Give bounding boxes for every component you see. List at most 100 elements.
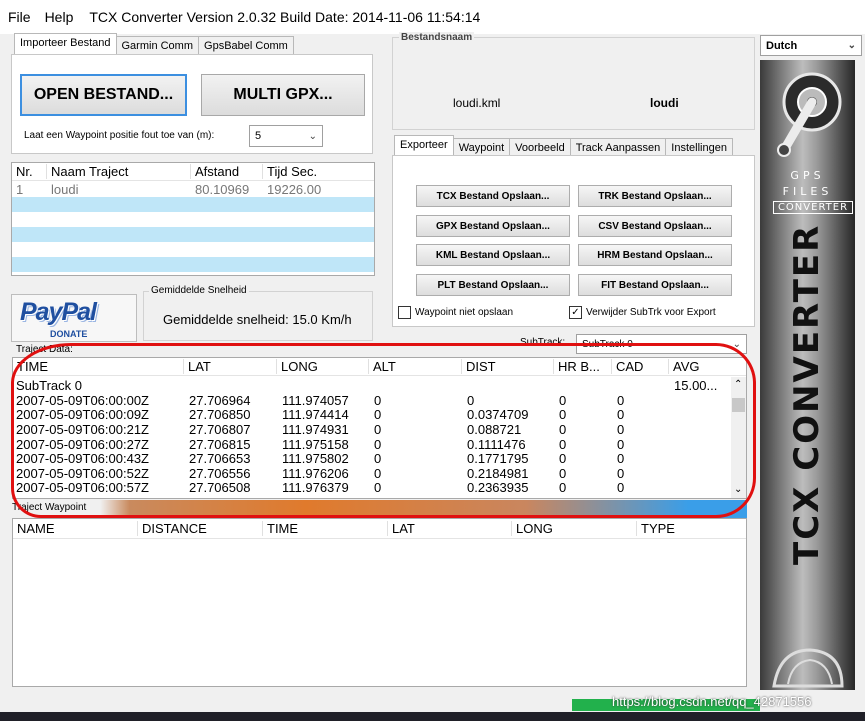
col-time[interactable]: TIME	[13, 359, 184, 374]
table-cell: 111.974931	[282, 422, 349, 437]
traject-waypoint-table[interactable]: NAME DISTANCE TIME LAT LONG TYPE	[12, 518, 747, 687]
fit-save-button[interactable]: FIT Bestand Opslaan...	[578, 274, 732, 296]
col-lat[interactable]: LAT	[184, 359, 277, 374]
col-name[interactable]: NAME	[13, 521, 138, 536]
col-type[interactable]: TYPE	[637, 521, 737, 536]
plt-save-button[interactable]: PLT Bestand Opslaan...	[416, 274, 570, 296]
subtrack-select[interactable]: SubTrack 0 ⌄	[576, 334, 747, 354]
table-cell: 111.974414	[282, 407, 349, 423]
col-afstand[interactable]: Afstand	[191, 164, 263, 179]
tab-gpsbabel-comm[interactable]: GpsBabel Comm	[198, 36, 294, 55]
table-cell: 0	[617, 407, 625, 423]
tcx-save-button[interactable]: TCX Bestand Opslaan...	[416, 185, 570, 207]
tcx-converter-logo: GPS FILES CONVERTER TCX CONVERTER	[760, 60, 855, 690]
table-cell: 0	[374, 393, 382, 408]
col-wp-long[interactable]: LONG	[512, 521, 637, 536]
checkbox-unchecked[interactable]	[398, 306, 411, 319]
col-naam-traject[interactable]: Naam Traject	[47, 164, 191, 179]
table-row[interactable]: 2007-05-09T06:00:52Z 27.706556 111.976206 0…	[13, 466, 731, 481]
table-row[interactable]: 2007-05-09T06:00:00Z 27.706964 111.974057 0…	[13, 393, 731, 408]
traject-data-header: TIME LAT LONG ALT DIST HR B... CAD AVG	[13, 358, 746, 376]
table-cell: 0	[559, 407, 567, 423]
col-avg[interactable]: AVG	[669, 359, 729, 374]
table-cell: 0.1771795	[467, 451, 529, 466]
table-cell: 0.088721	[467, 422, 522, 437]
export-panel: TCX Bestand Opslaan... TRK Bestand Opsla…	[392, 155, 755, 327]
col-hr[interactable]: HR B...	[554, 359, 612, 374]
kml-save-button[interactable]: KML Bestand Opslaan...	[416, 244, 570, 266]
multi-gpx-button[interactable]: MULTI GPX...	[201, 74, 365, 116]
table-row[interactable]: 1 loudi 80.10969 19226.00	[12, 182, 374, 197]
scrollbar-thumb[interactable]	[732, 398, 745, 412]
average-speed-value: Gemiddelde snelheid: 15.0 Km/h	[163, 312, 352, 327]
table-row[interactable]: 2007-05-09T06:00:27Z 27.706815 111.975158 0…	[13, 437, 731, 452]
tab-exporteer[interactable]: Exporteer	[394, 135, 454, 157]
tab-garmin-comm[interactable]: Garmin Comm	[115, 36, 200, 55]
waypoint-niet-checkbox[interactable]: Waypoint niet opslaan	[398, 306, 513, 319]
logo-vertical-text: TCX CONVERTER	[787, 223, 827, 565]
table-cell: 0	[617, 465, 625, 481]
open-bestand-button[interactable]: OPEN BESTAND...	[20, 74, 187, 116]
tab-importeer-bestand[interactable]: Importeer Bestand	[14, 33, 117, 55]
check-icon[interactable]: ✓	[569, 306, 582, 319]
paypal-donate-button[interactable]: PayPal DONATE	[11, 294, 137, 342]
vertical-scrollbar[interactable]: ⌃ ⌄	[731, 377, 746, 498]
table-row[interactable]: 2007-05-09T06:00:57Z 27.706508 111.976379 0…	[13, 481, 731, 496]
cell-afstand: 80.10969	[195, 182, 250, 197]
table-cell: 0	[617, 422, 625, 437]
average-speed-label: Gemiddelde Snelheid	[149, 285, 249, 296]
waypoint-tolerance-select[interactable]: 5 ⌄	[249, 125, 323, 147]
bestandsnaam-name: loudi	[650, 96, 679, 110]
col-tijd-sec[interactable]: Tijd Sec.	[263, 164, 363, 179]
col-dist[interactable]: DIST	[462, 359, 554, 374]
trk-save-button[interactable]: TRK Bestand Opslaan...	[578, 185, 732, 207]
waypoint-niet-label: Waypoint niet opslaan	[415, 307, 514, 318]
table-cell: 0.2363935	[467, 480, 529, 496]
logo-line-gps: GPS	[790, 169, 825, 182]
col-cad[interactable]: CAD	[612, 359, 669, 374]
traject-data-label: Traject Data:	[16, 344, 73, 355]
table-cell: 0	[374, 465, 382, 481]
bestandsnaam-group: Bestandsnaam loudi.kml loudi	[392, 32, 755, 130]
traject-list[interactable]: Nr. Naam Traject Afstand Tijd Sec. 1 lou…	[11, 162, 375, 276]
table-cell: 0	[617, 451, 625, 466]
traject-data-table[interactable]: TIME LAT LONG ALT DIST HR B... CAD AVG S…	[12, 357, 747, 499]
table-cell: 0	[374, 480, 382, 496]
menu-help[interactable]: Help	[45, 9, 74, 25]
cell-tijd: 19226.00	[267, 182, 322, 197]
table-row[interactable]: 2007-05-09T06:00:43Z 27.706653 111.975802 0…	[13, 451, 731, 466]
table-cell: 0	[374, 422, 382, 437]
gpx-save-button[interactable]: GPX Bestand Opslaan...	[416, 215, 570, 237]
col-wp-time[interactable]: TIME	[263, 521, 388, 536]
col-nr[interactable]: Nr.	[12, 164, 47, 179]
table-cell: 0	[374, 451, 382, 466]
table-cell: 111.975158	[282, 436, 349, 452]
verwijder-subtrk-label: Verwijder SubTrk voor Export	[586, 307, 716, 318]
table-row[interactable]: 2007-05-09T06:00:09Z 27.706850 111.974414 0…	[13, 408, 731, 423]
table-cell: 0	[374, 407, 382, 423]
col-alt[interactable]: ALT	[369, 359, 462, 374]
average-speed-group: Gemiddelde Snelheid Gemiddelde snelheid:…	[143, 285, 373, 341]
language-select[interactable]: Dutch ⌄	[760, 35, 862, 56]
csv-save-button[interactable]: CSV Bestand Opslaan...	[578, 215, 732, 237]
col-distance[interactable]: DISTANCE	[138, 521, 263, 536]
verwijder-subtrk-checkbox[interactable]: ✓ Verwijder SubTrk voor Export	[569, 306, 716, 319]
row-stripe	[12, 197, 374, 212]
col-wp-lat[interactable]: LAT	[388, 521, 512, 536]
table-cell: 27.706964	[189, 393, 251, 408]
subtrack-group-row[interactable]: SubTrack 0 15.00...	[13, 378, 731, 393]
table-cell: 0	[617, 436, 625, 452]
col-long[interactable]: LONG	[277, 359, 369, 374]
chevron-down-icon: ⌄	[308, 130, 317, 142]
table-cell: 0	[467, 393, 475, 408]
table-cell: 0	[559, 422, 567, 437]
table-cell: 0.2184981	[467, 465, 529, 481]
table-cell: 0	[374, 436, 382, 452]
menu-file[interactable]: File	[8, 9, 31, 25]
hrm-save-button[interactable]: HRM Bestand Opslaan...	[578, 244, 732, 266]
traject-waypoint-bar: Traject Waypoint	[12, 500, 747, 518]
table-row[interactable]: 2007-05-09T06:00:21Z 27.706807 111.974931 0…	[13, 422, 731, 437]
chevron-up-icon[interactable]: ⌃	[734, 379, 742, 390]
chevron-down-icon[interactable]: ⌄	[734, 484, 742, 495]
table-cell: 0	[559, 480, 567, 496]
